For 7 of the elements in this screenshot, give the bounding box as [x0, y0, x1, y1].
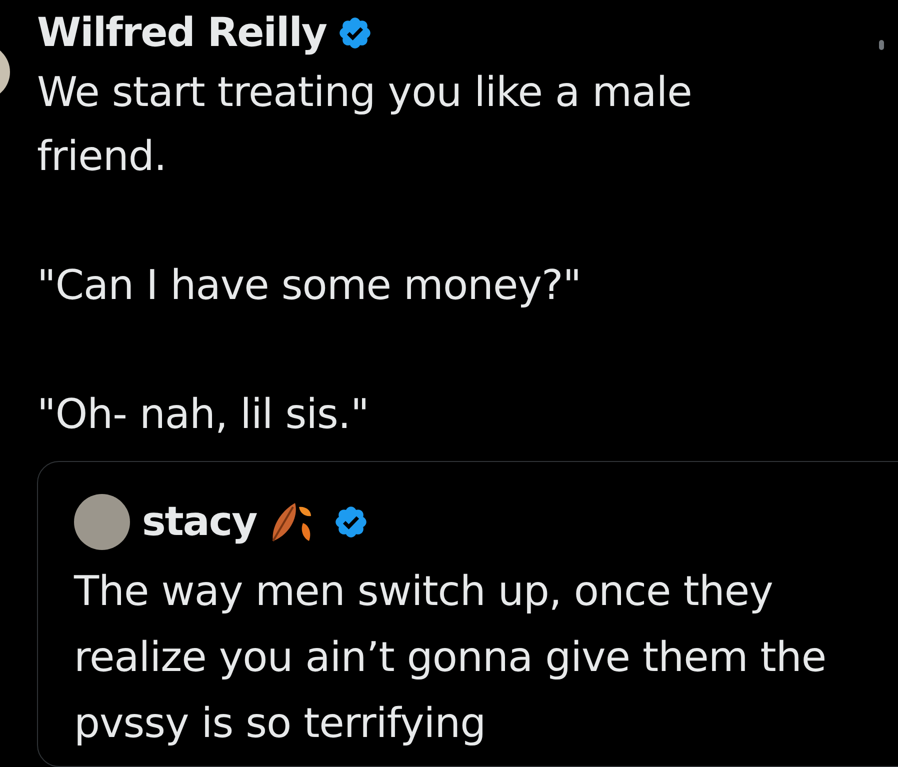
author-name[interactable]: Wilfred Reilly [37, 10, 326, 56]
quoted-post-card[interactable]: stacy The way men switch up, once they realize you ain’t gonna give them the pvssy is so terrifying [37, 461, 898, 767]
post-text: "Can I have some money?" [37, 260, 582, 311]
author-name[interactable]: stacy [142, 499, 257, 545]
quoted-post-text: The way men switch up, once they realize you ain’t gonna give them the pvssy is so terrifying [74, 566, 828, 749]
post-text: "Oh- nah, lil sis." [37, 389, 370, 440]
post-text: We start treating you like a male friend. [37, 67, 693, 182]
